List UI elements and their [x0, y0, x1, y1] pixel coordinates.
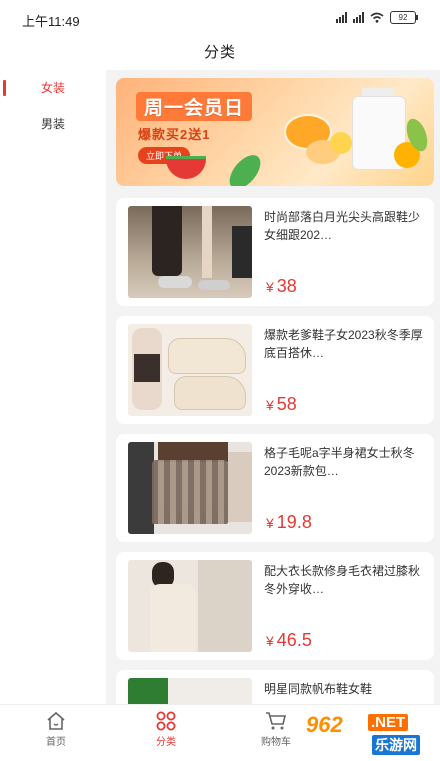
- price-value: 38: [276, 276, 297, 296]
- product-card[interactable]: 配大衣长款修身毛衣裙过膝秋冬外穿收… ¥46.5: [116, 552, 434, 660]
- currency-symbol: ¥: [266, 279, 274, 295]
- product-title: 时尚部落白月光尖头高跟鞋少女细跟202…: [264, 210, 421, 242]
- product-image: [128, 560, 252, 652]
- tab-cart-label: 购物车: [261, 737, 291, 748]
- product-list: 周一会员日 爆款买2送1 立即下单 时尚部落白月光尖头高跟鞋少女细跟202… ¥…: [106, 70, 440, 704]
- product-image: [128, 678, 252, 704]
- price-value: 46.5: [276, 630, 312, 650]
- category-sidebar: 女装 男装: [0, 70, 106, 704]
- signal-icon: [336, 12, 347, 23]
- home-icon: [47, 711, 65, 730]
- site-watermark: 962 .NET 乐游网: [306, 712, 434, 756]
- product-title: 格子毛呢a字半身裙女士秋冬2023新款包…: [264, 446, 415, 478]
- battery-icon: 92: [390, 11, 418, 24]
- signal-icon-2: [353, 12, 364, 23]
- tab-category-label: 分类: [156, 737, 176, 748]
- currency-symbol: ¥: [266, 633, 274, 649]
- product-image: [128, 206, 252, 298]
- leaf-graphic: [223, 149, 267, 186]
- tab-category[interactable]: 分类: [126, 711, 206, 748]
- product-title: 爆款老爹鞋子女2023秋冬季厚底百搭休…: [264, 328, 423, 360]
- status-bar: 上午11:49 92: [0, 0, 440, 36]
- egg-graphic: [330, 132, 352, 154]
- product-price: ¥38: [266, 276, 297, 297]
- product-title: 明星同款帆布鞋女鞋: [264, 682, 373, 696]
- currency-symbol: ¥: [266, 515, 274, 531]
- watermark-number: 962: [306, 712, 343, 737]
- sidebar-item-mens[interactable]: 男装: [0, 106, 106, 142]
- sidebar-item-womens[interactable]: 女装: [0, 70, 106, 106]
- product-price: ¥46.5: [266, 630, 312, 651]
- status-icons: 92: [336, 11, 418, 24]
- watermelon-graphic: [166, 156, 206, 179]
- watermark-name: 乐游网: [372, 735, 420, 755]
- product-image: [128, 324, 252, 416]
- wifi-icon: [370, 12, 384, 23]
- product-card[interactable]: 格子毛呢a字半身裙女士秋冬2023新款包… ¥19.8: [116, 434, 434, 542]
- price-value: 58: [276, 394, 297, 414]
- category-icon: [156, 711, 176, 731]
- product-card[interactable]: 明星同款帆布鞋女鞋: [116, 670, 434, 704]
- currency-symbol: ¥: [266, 397, 274, 413]
- status-time: 上午11:49: [22, 14, 80, 29]
- product-price: ¥19.8: [266, 512, 312, 533]
- product-card[interactable]: 时尚部落白月光尖头高跟鞋少女细跟202… ¥38: [116, 198, 434, 306]
- product-card[interactable]: 爆款老爹鞋子女2023秋冬季厚底百搭休… ¥58: [116, 316, 434, 424]
- tab-home-label: 首页: [46, 737, 66, 748]
- page-title: 分类: [203, 44, 236, 61]
- banner-subtitle: 爆款买2送1: [138, 127, 211, 142]
- product-title: 配大衣长款修身毛衣裙过膝秋冬外穿收…: [264, 564, 421, 596]
- banner-title: 周一会员日: [136, 92, 253, 121]
- cart-icon: [266, 712, 287, 730]
- product-image: [128, 442, 252, 534]
- product-price: ¥58: [266, 394, 297, 415]
- tab-home[interactable]: 首页: [16, 711, 96, 748]
- promo-banner[interactable]: 周一会员日 爆款买2送1 立即下单: [116, 78, 434, 186]
- tab-cart[interactable]: 购物车: [236, 711, 316, 748]
- watermark-net: .NET: [368, 714, 409, 731]
- price-value: 19.8: [276, 512, 312, 532]
